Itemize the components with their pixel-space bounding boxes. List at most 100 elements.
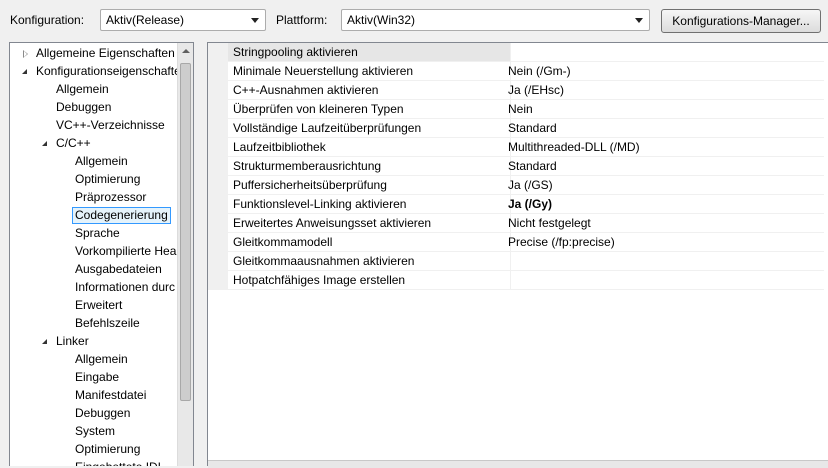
property-value[interactable]: [506, 252, 824, 271]
platform-dropdown[interactable]: Aktiv(Win32): [341, 9, 650, 31]
tree-item-label: Manifestdatei: [75, 388, 147, 402]
property-name: Gleitkommaausnahmen aktivieren: [228, 252, 511, 271]
property-row[interactable]: Gleitkommaausnahmen aktivieren: [208, 252, 828, 271]
property-value[interactable]: [506, 271, 824, 290]
tree-item-label: Informationen durc: [75, 280, 176, 294]
tree-item[interactable]: Vorkompilierte Hea: [10, 243, 178, 260]
property-row[interactable]: Funktionslevel-Linking aktivieren Ja (/Gy…: [208, 195, 828, 214]
expand-arrow-icon[interactable]: [23, 50, 28, 58]
tree-item[interactable]: Optimierung: [10, 441, 178, 458]
tree-item[interactable]: Informationen durc: [10, 279, 178, 296]
tree-item[interactable]: Debuggen: [10, 405, 178, 422]
tree-item[interactable]: Befehlszeile: [10, 315, 178, 332]
row-gutter: [208, 271, 228, 290]
tree-item[interactable]: VC++-Verzeichnisse: [10, 117, 178, 134]
property-value[interactable]: Precise (/fp:precise): [506, 233, 824, 252]
property-name: C++-Ausnahmen aktivieren: [228, 81, 511, 100]
property-row[interactable]: Erweitertes Anweisungsset aktivieren Nich…: [208, 214, 828, 233]
tree-item[interactable]: Eingabe: [10, 369, 178, 386]
configuration-toolbar: Konfiguration: Aktiv(Release) Plattform:…: [0, 0, 828, 42]
tree-item[interactable]: Optimierung: [10, 171, 178, 188]
property-name: Hotpatchfähiges Image erstellen: [228, 271, 511, 290]
property-value[interactable]: [506, 43, 824, 62]
tree-item-label: Ausgabedateien: [75, 262, 162, 276]
property-row[interactable]: Strukturmemberausrichtung Standard: [208, 157, 828, 176]
tree-item-label: Optimierung: [75, 442, 141, 456]
row-gutter: [208, 195, 228, 214]
property-name: Strukturmemberausrichtung: [228, 157, 511, 176]
collapse-arrow-icon[interactable]: [42, 339, 47, 344]
tree-item[interactable]: Debuggen: [10, 99, 178, 116]
property-category-tree: Allgemeine Eigenschaften Konfigurationsei…: [9, 42, 194, 466]
property-value[interactable]: Ja (/GS): [506, 176, 824, 195]
row-gutter: [208, 43, 228, 62]
collapse-arrow-icon[interactable]: [42, 141, 47, 146]
tree-vertical-scrollbar[interactable]: [177, 43, 193, 466]
tree-item-label: Allgemein: [56, 82, 109, 96]
property-value[interactable]: Nein (/Gm-): [506, 62, 824, 81]
tree-item[interactable]: Präprozessor: [10, 189, 178, 206]
property-row[interactable]: Gleitkommamodell Precise (/fp:precise): [208, 233, 828, 252]
row-gutter: [208, 214, 228, 233]
property-row[interactable]: Stringpooling aktivieren: [208, 43, 828, 62]
tree-item[interactable]: Codegenerierung: [10, 207, 178, 224]
property-name: Funktionslevel-Linking aktivieren: [228, 195, 511, 214]
tree-item-label: Befehlszeile: [75, 316, 140, 330]
property-row[interactable]: Vollständige Laufzeitüberprüfungen Standa…: [208, 119, 828, 138]
scroll-up-arrow-icon[interactable]: [182, 49, 190, 53]
property-name: Erweitertes Anweisungsset aktivieren: [228, 214, 511, 233]
property-value[interactable]: Standard: [506, 119, 824, 138]
description-splitter[interactable]: [208, 460, 828, 468]
collapse-arrow-icon[interactable]: [22, 69, 27, 74]
tree-item-label: Vorkompilierte Hea: [75, 244, 177, 258]
tree-item[interactable]: Erweitert: [10, 297, 178, 314]
tree-item-label: Sprache: [75, 226, 120, 240]
property-row[interactable]: C++-Ausnahmen aktivieren Ja (/EHsc): [208, 81, 828, 100]
row-gutter: [208, 138, 228, 157]
tree-item[interactable]: Manifestdatei: [10, 387, 178, 404]
property-value[interactable]: Ja (/Gy): [506, 195, 824, 214]
tree-item-label: Debuggen: [75, 406, 131, 420]
tree-item[interactable]: Allgemeine Eigenschaften: [10, 45, 178, 62]
property-value[interactable]: Standard: [506, 157, 824, 176]
property-row[interactable]: Überprüfen von kleineren Typen Nein: [208, 100, 828, 119]
row-gutter: [208, 176, 228, 195]
tree-item[interactable]: Konfigurationseigenschaften: [10, 63, 178, 80]
tree-item[interactable]: Ausgabedateien: [10, 261, 178, 278]
tree-item[interactable]: Eingebettete IDL: [10, 459, 178, 466]
property-name: Überprüfen von kleineren Typen: [228, 100, 511, 119]
row-gutter: [208, 81, 228, 100]
tree-item[interactable]: Sprache: [10, 225, 178, 242]
tree-item[interactable]: System: [10, 423, 178, 440]
chevron-down-icon: [251, 18, 259, 23]
tree-item[interactable]: Allgemein: [10, 351, 178, 368]
configuration-manager-button[interactable]: Konfigurations-Manager...: [661, 9, 821, 33]
scrollbar-thumb[interactable]: [180, 63, 191, 401]
property-row[interactable]: Minimale Neuerstellung aktivieren Nein (/…: [208, 62, 828, 81]
tree-item-label-selected: Codegenerierung: [72, 207, 171, 224]
tree-item-label: Konfigurationseigenschaften: [36, 64, 178, 78]
tree-item-label: Präprozessor: [75, 190, 147, 204]
row-gutter: [208, 100, 228, 119]
tree-item-label: Allgemein: [75, 352, 128, 366]
property-value[interactable]: Nicht festgelegt: [506, 214, 824, 233]
platform-value: Aktiv(Win32): [347, 13, 416, 27]
tree-item-label: VC++-Verzeichnisse: [56, 118, 165, 132]
tree-item[interactable]: C/C++: [10, 135, 178, 152]
chevron-down-icon: [635, 18, 643, 23]
property-value[interactable]: Nein: [506, 100, 824, 119]
property-name: Vollständige Laufzeitüberprüfungen: [228, 119, 511, 138]
property-value[interactable]: Multithreaded-DLL (/MD): [506, 138, 824, 157]
tree-item[interactable]: Allgemein: [10, 81, 178, 98]
property-value[interactable]: Ja (/EHsc): [506, 81, 824, 100]
property-row[interactable]: Hotpatchfähiges Image erstellen: [208, 271, 828, 290]
tree-item[interactable]: Linker: [10, 333, 178, 350]
platform-label: Plattform:: [276, 13, 328, 27]
property-name: Laufzeitbibliothek: [228, 138, 511, 157]
configuration-dropdown[interactable]: Aktiv(Release): [100, 9, 266, 31]
tree-item[interactable]: Allgemein: [10, 153, 178, 170]
tree-item-label: Eingabe: [75, 370, 120, 384]
property-name: Stringpooling aktivieren: [228, 43, 511, 62]
property-row[interactable]: Laufzeitbibliothek Multithreaded-DLL (/MD…: [208, 138, 828, 157]
property-row[interactable]: Puffersicherheitsüberprüfung Ja (/GS): [208, 176, 828, 195]
